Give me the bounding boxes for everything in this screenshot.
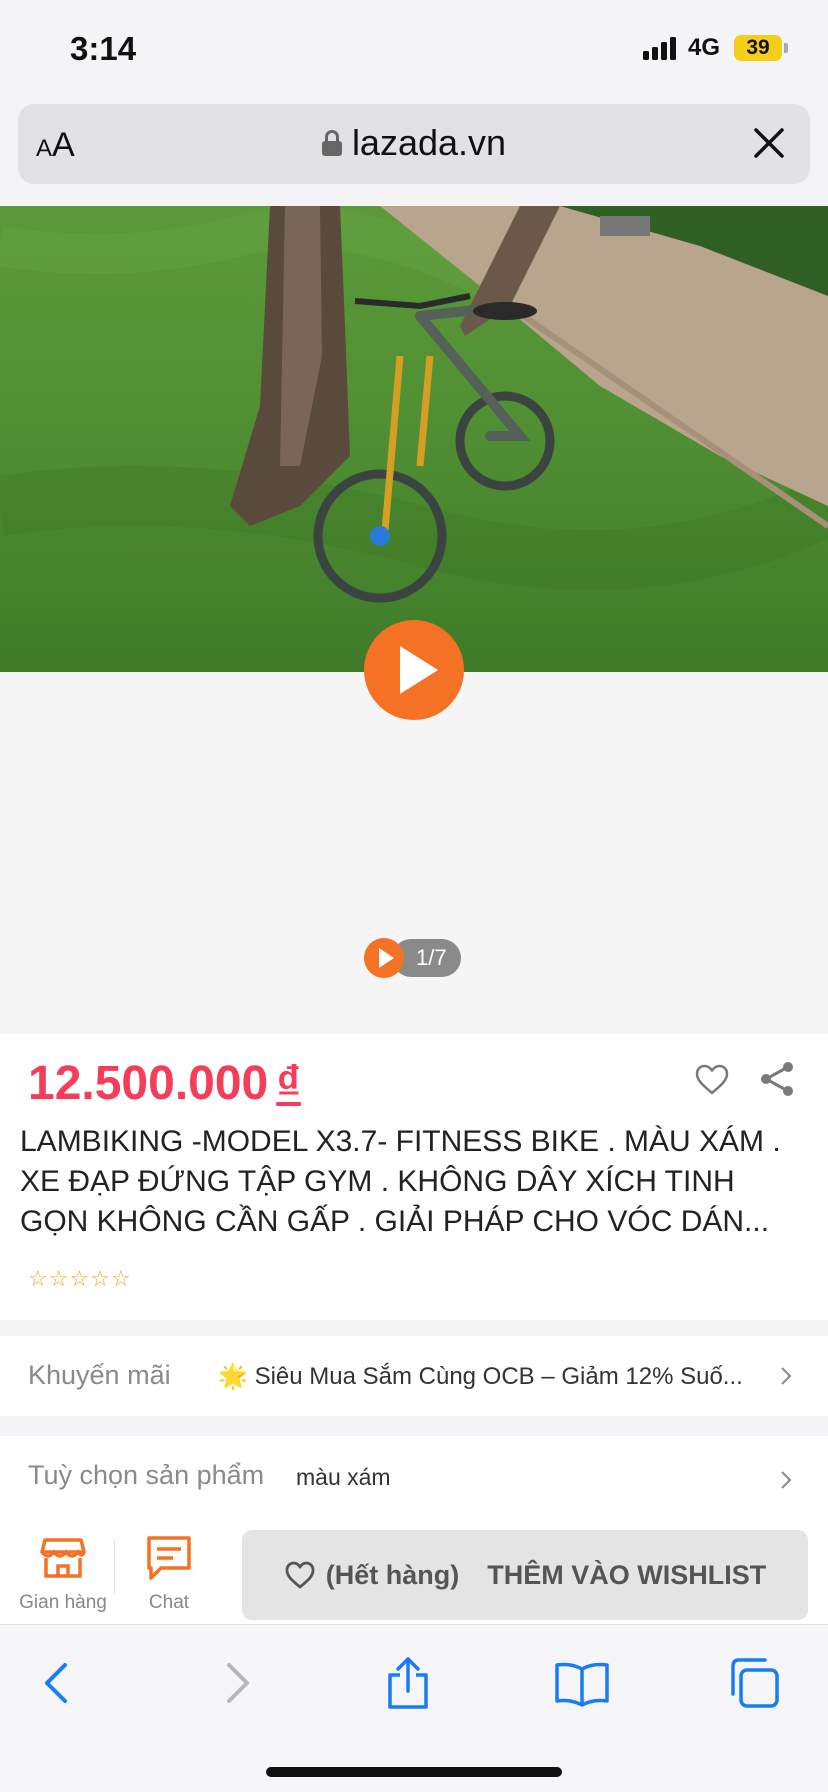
battery-level: 39 [734, 35, 782, 61]
star-icon: ☆ [28, 1266, 48, 1291]
url-text: lazada.vn [351, 122, 507, 163]
status-indicators: 4G 39 [642, 34, 788, 62]
bottom-action-bar: Gian hàng Chat (Hết hàng) THÊM VÀO WISHL… [0, 1518, 828, 1624]
tabs-button[interactable] [724, 1653, 784, 1713]
forward-button[interactable] [208, 1653, 268, 1713]
product-media[interactable]: 1/7 [0, 206, 828, 1032]
chat-button[interactable]: Chat [114, 1534, 224, 1614]
lock-icon [321, 130, 342, 156]
tabs-icon [731, 1658, 779, 1708]
chevron-right-icon [781, 1471, 792, 1489]
chat-icon [147, 1536, 191, 1580]
status-bar: 3:14 4G 39 [0, 0, 828, 100]
promotion-label: Khuyến mãi [28, 1360, 171, 1390]
chat-label: Chat [148, 1592, 190, 1613]
play-video-button[interactable] [364, 620, 464, 720]
book-icon [555, 1662, 609, 1707]
add-to-wishlist-button[interactable]: (Hết hàng) THÊM VÀO WISHLIST [242, 1530, 808, 1620]
price-currency: ₫ [276, 1057, 301, 1110]
product-title: LAMBIKING -MODEL X3.7- FITNESS BIKE . MÀ… [20, 1125, 781, 1238]
home-indicator [266, 1767, 562, 1777]
video-indicator-icon [364, 938, 404, 978]
address-bar[interactable]: AA lazada.vn [18, 104, 810, 184]
selected-option: màu xám [296, 1464, 391, 1490]
status-time: 3:14 [70, 30, 137, 67]
options-label: Tuỳ chọn sản phẩm [28, 1460, 265, 1490]
network-type: 4G [687, 34, 720, 61]
shop-label: Gian hàng [19, 1592, 107, 1613]
browser-toolbar [0, 1624, 828, 1792]
media-indicator: 1/7 [364, 938, 461, 978]
product-options-row[interactable]: Tuỳ chọn sản phẩm màu xám [0, 1436, 828, 1528]
store-icon [40, 1538, 86, 1578]
url-display[interactable]: lazada.vn [18, 122, 810, 164]
share-icon[interactable] [758, 1060, 796, 1098]
heart-icon [285, 1561, 315, 1589]
star-emoji-icon: 🌟 [218, 1363, 248, 1390]
rating-stars: ☆ ☆ ☆ ☆ ☆ [28, 1266, 131, 1292]
promotion-description: Siêu Mua Sắm Cùng OCB – Giảm 12% Suố... [254, 1363, 743, 1390]
product-photo[interactable] [0, 206, 828, 672]
back-button[interactable] [26, 1653, 86, 1713]
chevron-right-icon [227, 1663, 249, 1703]
share-button[interactable] [378, 1653, 438, 1713]
signal-icon [642, 36, 676, 60]
wishlist-label: THÊM VÀO WISHLIST [487, 1559, 767, 1590]
star-icon: ☆ [48, 1266, 69, 1291]
price-value: 12.500.000 [28, 1057, 269, 1110]
heart-icon[interactable] [694, 1062, 730, 1098]
chevron-left-icon [45, 1663, 67, 1703]
promotion-text: 🌟 Siêu Mua Sắm Cùng OCB – Giảm 12% Suố..… [218, 1362, 758, 1391]
bookmarks-button[interactable] [552, 1653, 612, 1713]
promotion-row[interactable]: Khuyến mãi 🌟 Siêu Mua Sắm Cùng OCB – Giả… [0, 1336, 828, 1416]
shop-button[interactable]: Gian hàng [8, 1534, 118, 1614]
share-icon [388, 1657, 428, 1709]
battery-icon: 39 [734, 35, 788, 61]
star-icon: ☆ [69, 1266, 90, 1291]
close-icon[interactable] [746, 120, 792, 166]
product-info: 12.500.000 ₫ LAMBIKING -MODEL X3.7- FITNE… [0, 1034, 828, 1320]
star-icon: ☆ [90, 1266, 110, 1291]
product-price: 12.500.000 ₫ [28, 1056, 301, 1111]
star-icon: ☆ [110, 1266, 131, 1291]
wishlist-status: (Hết hàng) [325, 1559, 460, 1590]
chevron-right-icon [781, 1367, 792, 1385]
